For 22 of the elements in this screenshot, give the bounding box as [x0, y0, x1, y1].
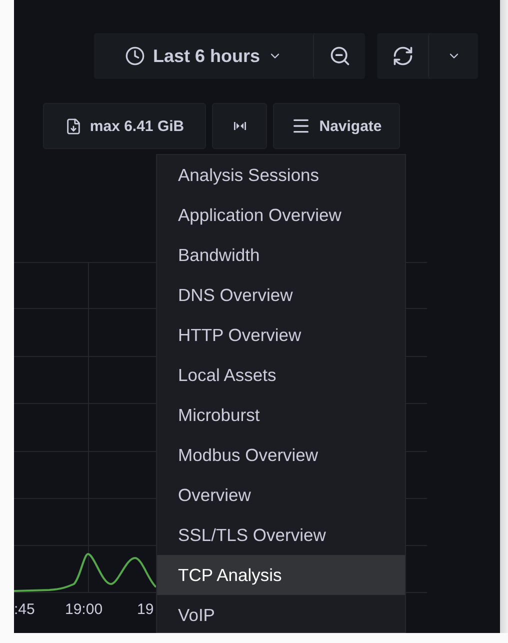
axis-label: :45: [14, 601, 35, 618]
file-download-icon: [64, 118, 82, 134]
zoom-out-icon: [328, 45, 350, 67]
axis-label: 19:00: [65, 601, 103, 618]
menu-item[interactable]: Modbus Overview: [157, 435, 405, 475]
menu-item[interactable]: Application Overview: [157, 195, 405, 235]
menu-item[interactable]: HTTP Overview: [157, 315, 405, 355]
menu-item[interactable]: Overview: [157, 475, 405, 515]
menu-item[interactable]: VoIP: [157, 595, 405, 635]
menu-item[interactable]: DNS Overview: [157, 275, 405, 315]
menu-item[interactable]: Analysis Sessions: [157, 155, 405, 195]
axis-label: 19: [137, 601, 154, 618]
menu-item[interactable]: Microburst: [157, 395, 405, 435]
menu-item[interactable]: Local Assets: [157, 355, 405, 395]
clock-icon: [124, 46, 145, 66]
collapse-icon: [234, 121, 246, 131]
menu-item[interactable]: Bandwidth: [157, 235, 405, 275]
refresh-icon: [392, 45, 414, 67]
menu-item[interactable]: TCP Analysis: [157, 555, 405, 595]
menu-item[interactable]: SSL/TLS Overview: [157, 515, 405, 555]
navigate-button[interactable]: Navigate: [273, 103, 400, 149]
export-button[interactable]: max 6.41 GiB: [43, 103, 206, 149]
